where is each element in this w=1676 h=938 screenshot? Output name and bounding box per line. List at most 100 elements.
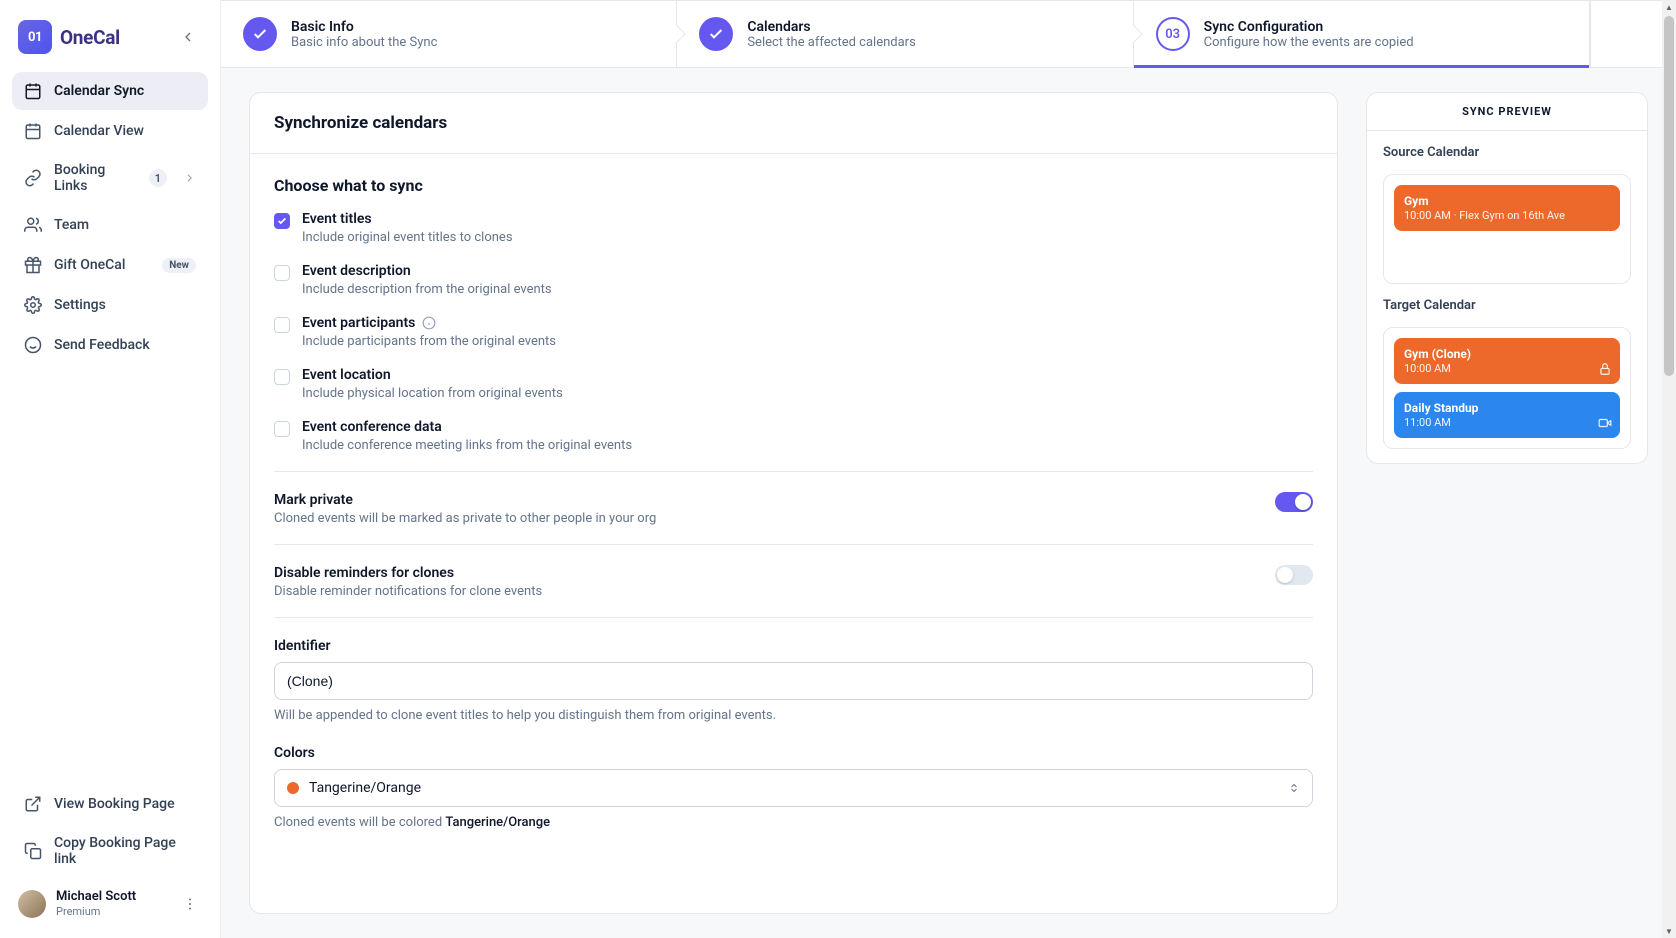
step-done-indicator [699, 17, 733, 51]
nav-send-feedback[interactable]: Send Feedback [12, 326, 208, 364]
step-done-indicator [243, 17, 277, 51]
link-icon [24, 169, 42, 187]
preview-event-card: Gym 10:00 AM · Flex Gym on 16th Ave [1394, 185, 1620, 231]
user-plan: Premium [56, 905, 136, 918]
colors-select[interactable]: Tangerine/Orange [274, 769, 1313, 807]
preview-event-card: Gym (Clone) 10:00 AM [1394, 338, 1620, 384]
colors-help: Cloned events will be colored Tangerine/… [274, 815, 1313, 830]
divider [274, 544, 1313, 545]
step-calendars[interactable]: Calendars Select the affected calendars [677, 1, 1133, 67]
option-desc: Include original event titles to clones [302, 230, 513, 245]
nav-label: Settings [54, 297, 106, 313]
brand: 01 OneCal [12, 16, 208, 72]
toggle-desc: Disable reminder notifications for clone… [274, 584, 542, 599]
option-event-location: Event location Include physical location… [274, 367, 1313, 401]
nav-gift-onecal[interactable]: Gift OneCal New [12, 246, 208, 284]
step-subtitle: Basic info about the Sync [291, 35, 437, 50]
info-icon[interactable] [421, 316, 436, 331]
checkbox-event-conference-data[interactable] [274, 421, 290, 437]
avatar [18, 890, 46, 918]
option-desc: Include description from the original ev… [302, 282, 552, 297]
check-icon [252, 26, 268, 42]
option-label: Event conference data [302, 419, 442, 435]
option-event-description: Event description Include description fr… [274, 263, 1313, 297]
identifier-label: Identifier [274, 638, 1313, 654]
divider [274, 617, 1313, 618]
user-info: Michael Scott Premium [56, 889, 136, 918]
step-sync-configuration[interactable]: 03 Sync Configuration Configure how the … [1134, 1, 1590, 67]
nav-copy-booking-link[interactable]: Copy Booking Page link [12, 825, 208, 877]
sync-form-panel: Synchronize calendars Choose what to syn… [249, 92, 1338, 914]
nav-label: Calendar View [54, 123, 144, 139]
user-row: Michael Scott Premium [12, 879, 208, 922]
checkbox-event-participants[interactable] [274, 317, 290, 333]
scrollbar[interactable]: ▲ ▼ [1662, 0, 1676, 938]
option-label: Event titles [302, 211, 372, 227]
source-calendar-box: Gym 10:00 AM · Flex Gym on 16th Ave [1383, 174, 1631, 284]
option-desc: Include physical location from original … [302, 386, 563, 401]
option-event-titles: Event titles Include original event titl… [274, 211, 1313, 245]
nav-settings[interactable]: Settings [12, 286, 208, 324]
event-sub: 10:00 AM · Flex Gym on 16th Ave [1404, 209, 1610, 222]
collapse-sidebar-button[interactable] [174, 23, 202, 51]
event-title: Gym [1404, 194, 1610, 208]
mark-private-toggle[interactable] [1275, 492, 1313, 512]
section-title: Choose what to sync [274, 176, 1313, 195]
checkbox-event-description[interactable] [274, 265, 290, 281]
colors-selected-label: Tangerine/Orange [309, 780, 421, 796]
target-calendar-label: Target Calendar [1383, 298, 1631, 313]
feedback-icon [24, 336, 42, 354]
source-calendar-label: Source Calendar [1383, 145, 1631, 160]
nav-booking-links[interactable]: Booking Links 1 [12, 152, 208, 204]
dots-vertical-icon [182, 896, 198, 912]
external-link-icon [24, 795, 42, 813]
user-menu-button[interactable] [178, 892, 202, 916]
chevron-right-icon [183, 171, 196, 185]
color-swatch [287, 782, 299, 794]
panel-body: Choose what to sync Event titles Include… [250, 154, 1337, 852]
booking-links-count-badge: 1 [149, 169, 167, 187]
stepper: Basic Info Basic info about the Sync Cal… [221, 0, 1676, 68]
option-label: Event participants [302, 315, 415, 331]
step-subtitle: Select the affected calendars [747, 35, 915, 50]
step-number-indicator: 03 [1156, 17, 1190, 51]
identifier-input[interactable] [274, 662, 1313, 700]
nav-calendar-sync[interactable]: Calendar Sync [12, 72, 208, 110]
colors-label: Colors [274, 745, 1313, 761]
checkbox-event-titles[interactable] [274, 213, 290, 229]
option-event-participants: Event participants Include participants … [274, 315, 1313, 349]
disable-reminders-toggle[interactable] [1275, 565, 1313, 585]
panel-title: Synchronize calendars [274, 113, 447, 133]
nav-calendar-view[interactable]: Calendar View [12, 112, 208, 150]
calendar-icon [24, 122, 42, 140]
step-basic-info[interactable]: Basic Info Basic info about the Sync [221, 1, 677, 67]
nav-team[interactable]: Team [12, 206, 208, 244]
gear-icon [24, 296, 42, 314]
video-icon [1598, 416, 1612, 430]
main-nav: Calendar Sync Calendar View Booking Link… [12, 72, 208, 364]
main: Basic Info Basic info about the Sync Cal… [221, 0, 1676, 938]
preview-body: Source Calendar Gym 10:00 AM · Flex Gym … [1367, 131, 1647, 463]
option-label: Event description [302, 263, 411, 279]
gift-icon [24, 256, 42, 274]
scroll-up-icon[interactable]: ▲ [1662, 0, 1676, 14]
chevron-left-icon [180, 29, 196, 45]
sidebar: 01 OneCal Calendar Sync Calendar View Bo… [0, 0, 221, 938]
toggle-desc: Cloned events will be marked as private … [274, 511, 656, 526]
nav-label: Calendar Sync [54, 83, 144, 99]
target-calendar-box: Gym (Clone) 10:00 AM Daily Standup 11:00… [1383, 327, 1631, 449]
option-event-conference-data: Event conference data Include conference… [274, 419, 1313, 453]
scroll-down-icon[interactable]: ▼ [1662, 924, 1676, 938]
event-title: Daily Standup [1404, 401, 1610, 415]
disable-reminders-row: Disable reminders for clones Disable rem… [274, 565, 1313, 599]
checkbox-event-location[interactable] [274, 369, 290, 385]
nav-view-booking-page[interactable]: View Booking Page [12, 785, 208, 823]
brand-logo: 01 [18, 20, 52, 54]
toggle-label: Mark private [274, 492, 656, 508]
nav-label: Gift OneCal [54, 257, 125, 273]
lock-icon [1598, 362, 1612, 376]
copy-icon [24, 842, 42, 860]
scrollbar-thumb[interactable] [1664, 16, 1674, 376]
preview-header: SYNC PREVIEW [1367, 93, 1647, 131]
option-label: Event location [302, 367, 391, 383]
